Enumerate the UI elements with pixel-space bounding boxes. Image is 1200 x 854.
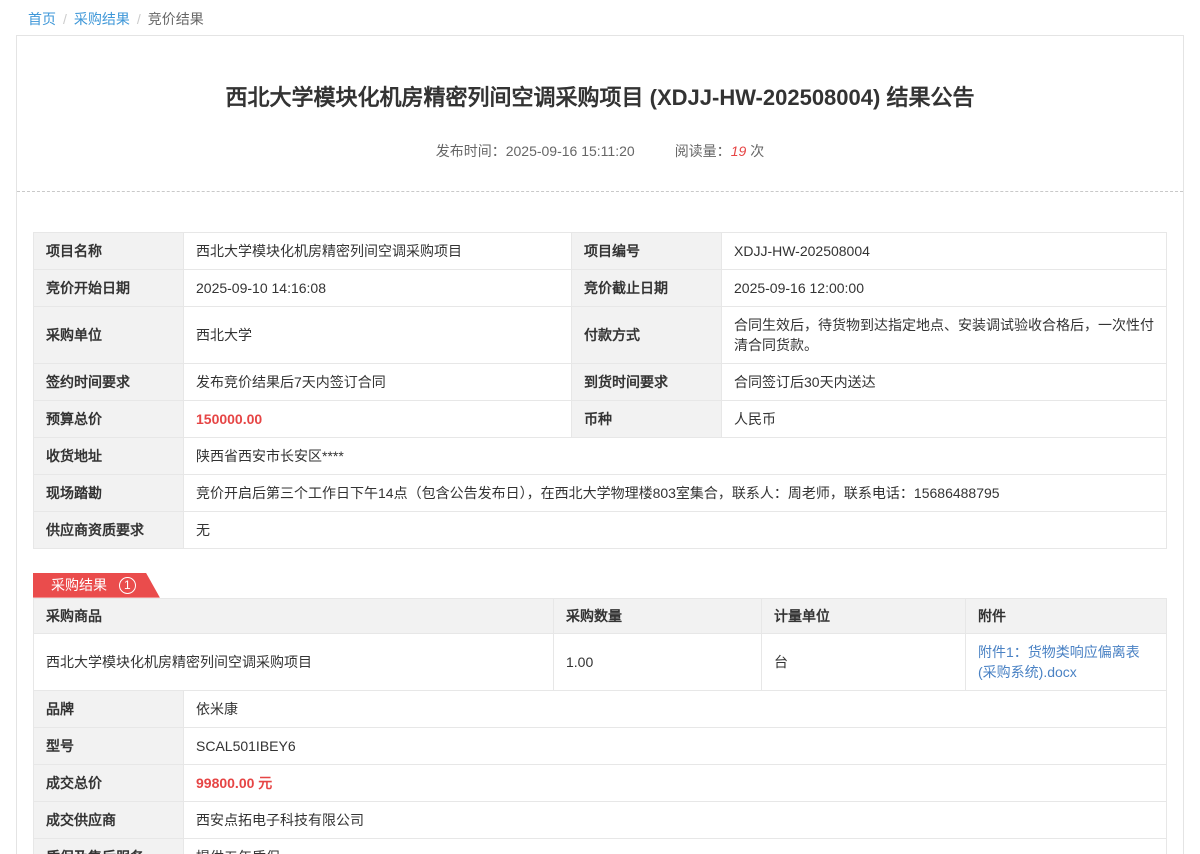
purchaser-value: 西北大学 — [184, 306, 572, 363]
breadcrumb-home-link[interactable]: 首页 — [28, 11, 56, 27]
site-survey-label: 现场踏勘 — [34, 474, 184, 511]
bid-start-label: 竞价开始日期 — [34, 269, 184, 306]
table-row: 型号 SCAL501IBEY6 — [34, 727, 1167, 764]
deal-detail-table: 品牌 依米康 型号 SCAL501IBEY6 成交总价 99800.00 元 成… — [33, 690, 1167, 854]
brand-label: 品牌 — [34, 690, 184, 727]
supplier-qualification-value: 无 — [184, 511, 1167, 548]
table-row: 收货地址 陕西省西安市长安区**** — [34, 437, 1167, 474]
purchase-items-table: 采购商品 采购数量 计量单位 附件 西北大学模块化机房精密列间空调采购项目 1.… — [33, 598, 1167, 691]
attachment-cell: 附件1：货物类响应偏离表(采购系统).docx — [966, 633, 1167, 690]
signing-time-value: 发布竞价结果后7天内签订合同 — [184, 363, 572, 400]
breadcrumb-section-link[interactable]: 采购结果 — [74, 11, 130, 27]
payment-method-value: 合同生效后，待货物到达指定地点、安装调试验收合格后，一次性付清合同货款。 — [722, 306, 1167, 363]
supplier-qualification-label: 供应商资质要求 — [34, 511, 184, 548]
unit-cell: 台 — [762, 633, 966, 690]
table-header-row: 采购商品 采购数量 计量单位 附件 — [34, 598, 1167, 633]
project-name-label: 项目名称 — [34, 232, 184, 269]
table-row: 采购单位 西北大学 付款方式 合同生效后，待货物到达指定地点、安装调试验收合格后… — [34, 306, 1167, 363]
table-row: 成交供应商 西安点拓电子科技有限公司 — [34, 801, 1167, 838]
announcement-header: 西北大学模块化机房精密列间空调采购项目 (XDJJ-HW-202508004) … — [17, 36, 1183, 192]
table-row: 西北大学模块化机房精密列间空调采购项目 1.00 台 附件1：货物类响应偏离表(… — [34, 633, 1167, 690]
deal-price-value: 99800.00 元 — [184, 764, 1167, 801]
winning-supplier-label: 成交供应商 — [34, 801, 184, 838]
quantity-column-header: 采购数量 — [554, 598, 762, 633]
delivery-time-label: 到货时间要求 — [572, 363, 722, 400]
table-row: 项目名称 西北大学模块化机房精密列间空调采购项目 项目编号 XDJJ-HW-20… — [34, 232, 1167, 269]
bid-start-value: 2025-09-10 14:16:08 — [184, 269, 572, 306]
publish-info: 发布时间：2025-09-16 15:11:20 阅读量：19次 — [33, 141, 1167, 161]
project-number-label: 项目编号 — [572, 232, 722, 269]
deal-price-label: 成交总价 — [34, 764, 184, 801]
currency-value: 人民币 — [722, 400, 1167, 437]
currency-label: 币种 — [572, 400, 722, 437]
page-title: 西北大学模块化机房精密列间空调采购项目 (XDJJ-HW-202508004) … — [33, 84, 1167, 113]
table-row: 品牌 依米康 — [34, 690, 1167, 727]
breadcrumb: 首页 / 采购结果 / 竞价结果 — [0, 0, 1200, 35]
breadcrumb-separator: / — [63, 11, 67, 27]
views-label: 阅读量： — [675, 143, 731, 159]
warranty-label: 质保及售后服务 — [34, 838, 184, 854]
table-row: 成交总价 99800.00 元 — [34, 764, 1167, 801]
views-count: 19 — [731, 143, 747, 159]
table-row: 签约时间要求 发布竞价结果后7天内签订合同 到货时间要求 合同签订后30天内送达 — [34, 363, 1167, 400]
announcement-card: 西北大学模块化机房精密列间空调采购项目 (XDJJ-HW-202508004) … — [16, 35, 1184, 854]
delivery-time-value: 合同签订后30天内送达 — [722, 363, 1167, 400]
budget-label: 预算总价 — [34, 400, 184, 437]
result-badge-label: 采购结果 — [51, 577, 107, 593]
project-name-value: 西北大学模块化机房精密列间空调采购项目 — [184, 232, 572, 269]
breadcrumb-current: 竞价结果 — [148, 11, 204, 27]
quantity-cell: 1.00 — [554, 633, 762, 690]
warranty-value: 提供五年质保。 — [184, 838, 1167, 854]
purchaser-label: 采购单位 — [34, 306, 184, 363]
delivery-address-value: 陕西省西安市长安区**** — [184, 437, 1167, 474]
table-row: 现场踏勘 竞价开启后第三个工作日下午14点（包含公告发布日），在西北大学物理楼8… — [34, 474, 1167, 511]
result-badge-count: 1 — [119, 577, 136, 594]
publish-time: 发布时间：2025-09-16 15:11:20 — [436, 143, 635, 159]
budget-value: 150000.00 — [184, 400, 572, 437]
model-label: 型号 — [34, 727, 184, 764]
attachment-column-header: 附件 — [966, 598, 1167, 633]
breadcrumb-separator: / — [137, 11, 141, 27]
model-value: SCAL501IBEY6 — [184, 727, 1167, 764]
project-number-value: XDJJ-HW-202508004 — [722, 232, 1167, 269]
announcement-body: 项目名称 西北大学模块化机房精密列间空调采购项目 项目编号 XDJJ-HW-20… — [17, 192, 1183, 854]
brand-value: 依米康 — [184, 690, 1167, 727]
views-unit: 次 — [750, 143, 764, 159]
result-badge: 采购结果 1 — [33, 573, 160, 598]
table-row: 预算总价 150000.00 币种 人民币 — [34, 400, 1167, 437]
table-row: 竞价开始日期 2025-09-10 14:16:08 竞价截止日期 2025-0… — [34, 269, 1167, 306]
project-info-table: 项目名称 西北大学模块化机房精密列间空调采购项目 项目编号 XDJJ-HW-20… — [33, 232, 1167, 549]
unit-column-header: 计量单位 — [762, 598, 966, 633]
product-column-header: 采购商品 — [34, 598, 554, 633]
table-row: 供应商资质要求 无 — [34, 511, 1167, 548]
bid-end-value: 2025-09-16 12:00:00 — [722, 269, 1167, 306]
table-row: 质保及售后服务 提供五年质保。 — [34, 838, 1167, 854]
signing-time-label: 签约时间要求 — [34, 363, 184, 400]
site-survey-value: 竞价开启后第三个工作日下午14点（包含公告发布日），在西北大学物理楼803室集合… — [184, 474, 1167, 511]
product-cell: 西北大学模块化机房精密列间空调采购项目 — [34, 633, 554, 690]
payment-method-label: 付款方式 — [572, 306, 722, 363]
winning-supplier-value: 西安点拓电子科技有限公司 — [184, 801, 1167, 838]
attachment-link[interactable]: 附件1：货物类响应偏离表(采购系统).docx — [978, 644, 1140, 680]
result-badge-wrap: 采购结果 1 — [33, 573, 1167, 598]
delivery-address-label: 收货地址 — [34, 437, 184, 474]
bid-end-label: 竞价截止日期 — [572, 269, 722, 306]
